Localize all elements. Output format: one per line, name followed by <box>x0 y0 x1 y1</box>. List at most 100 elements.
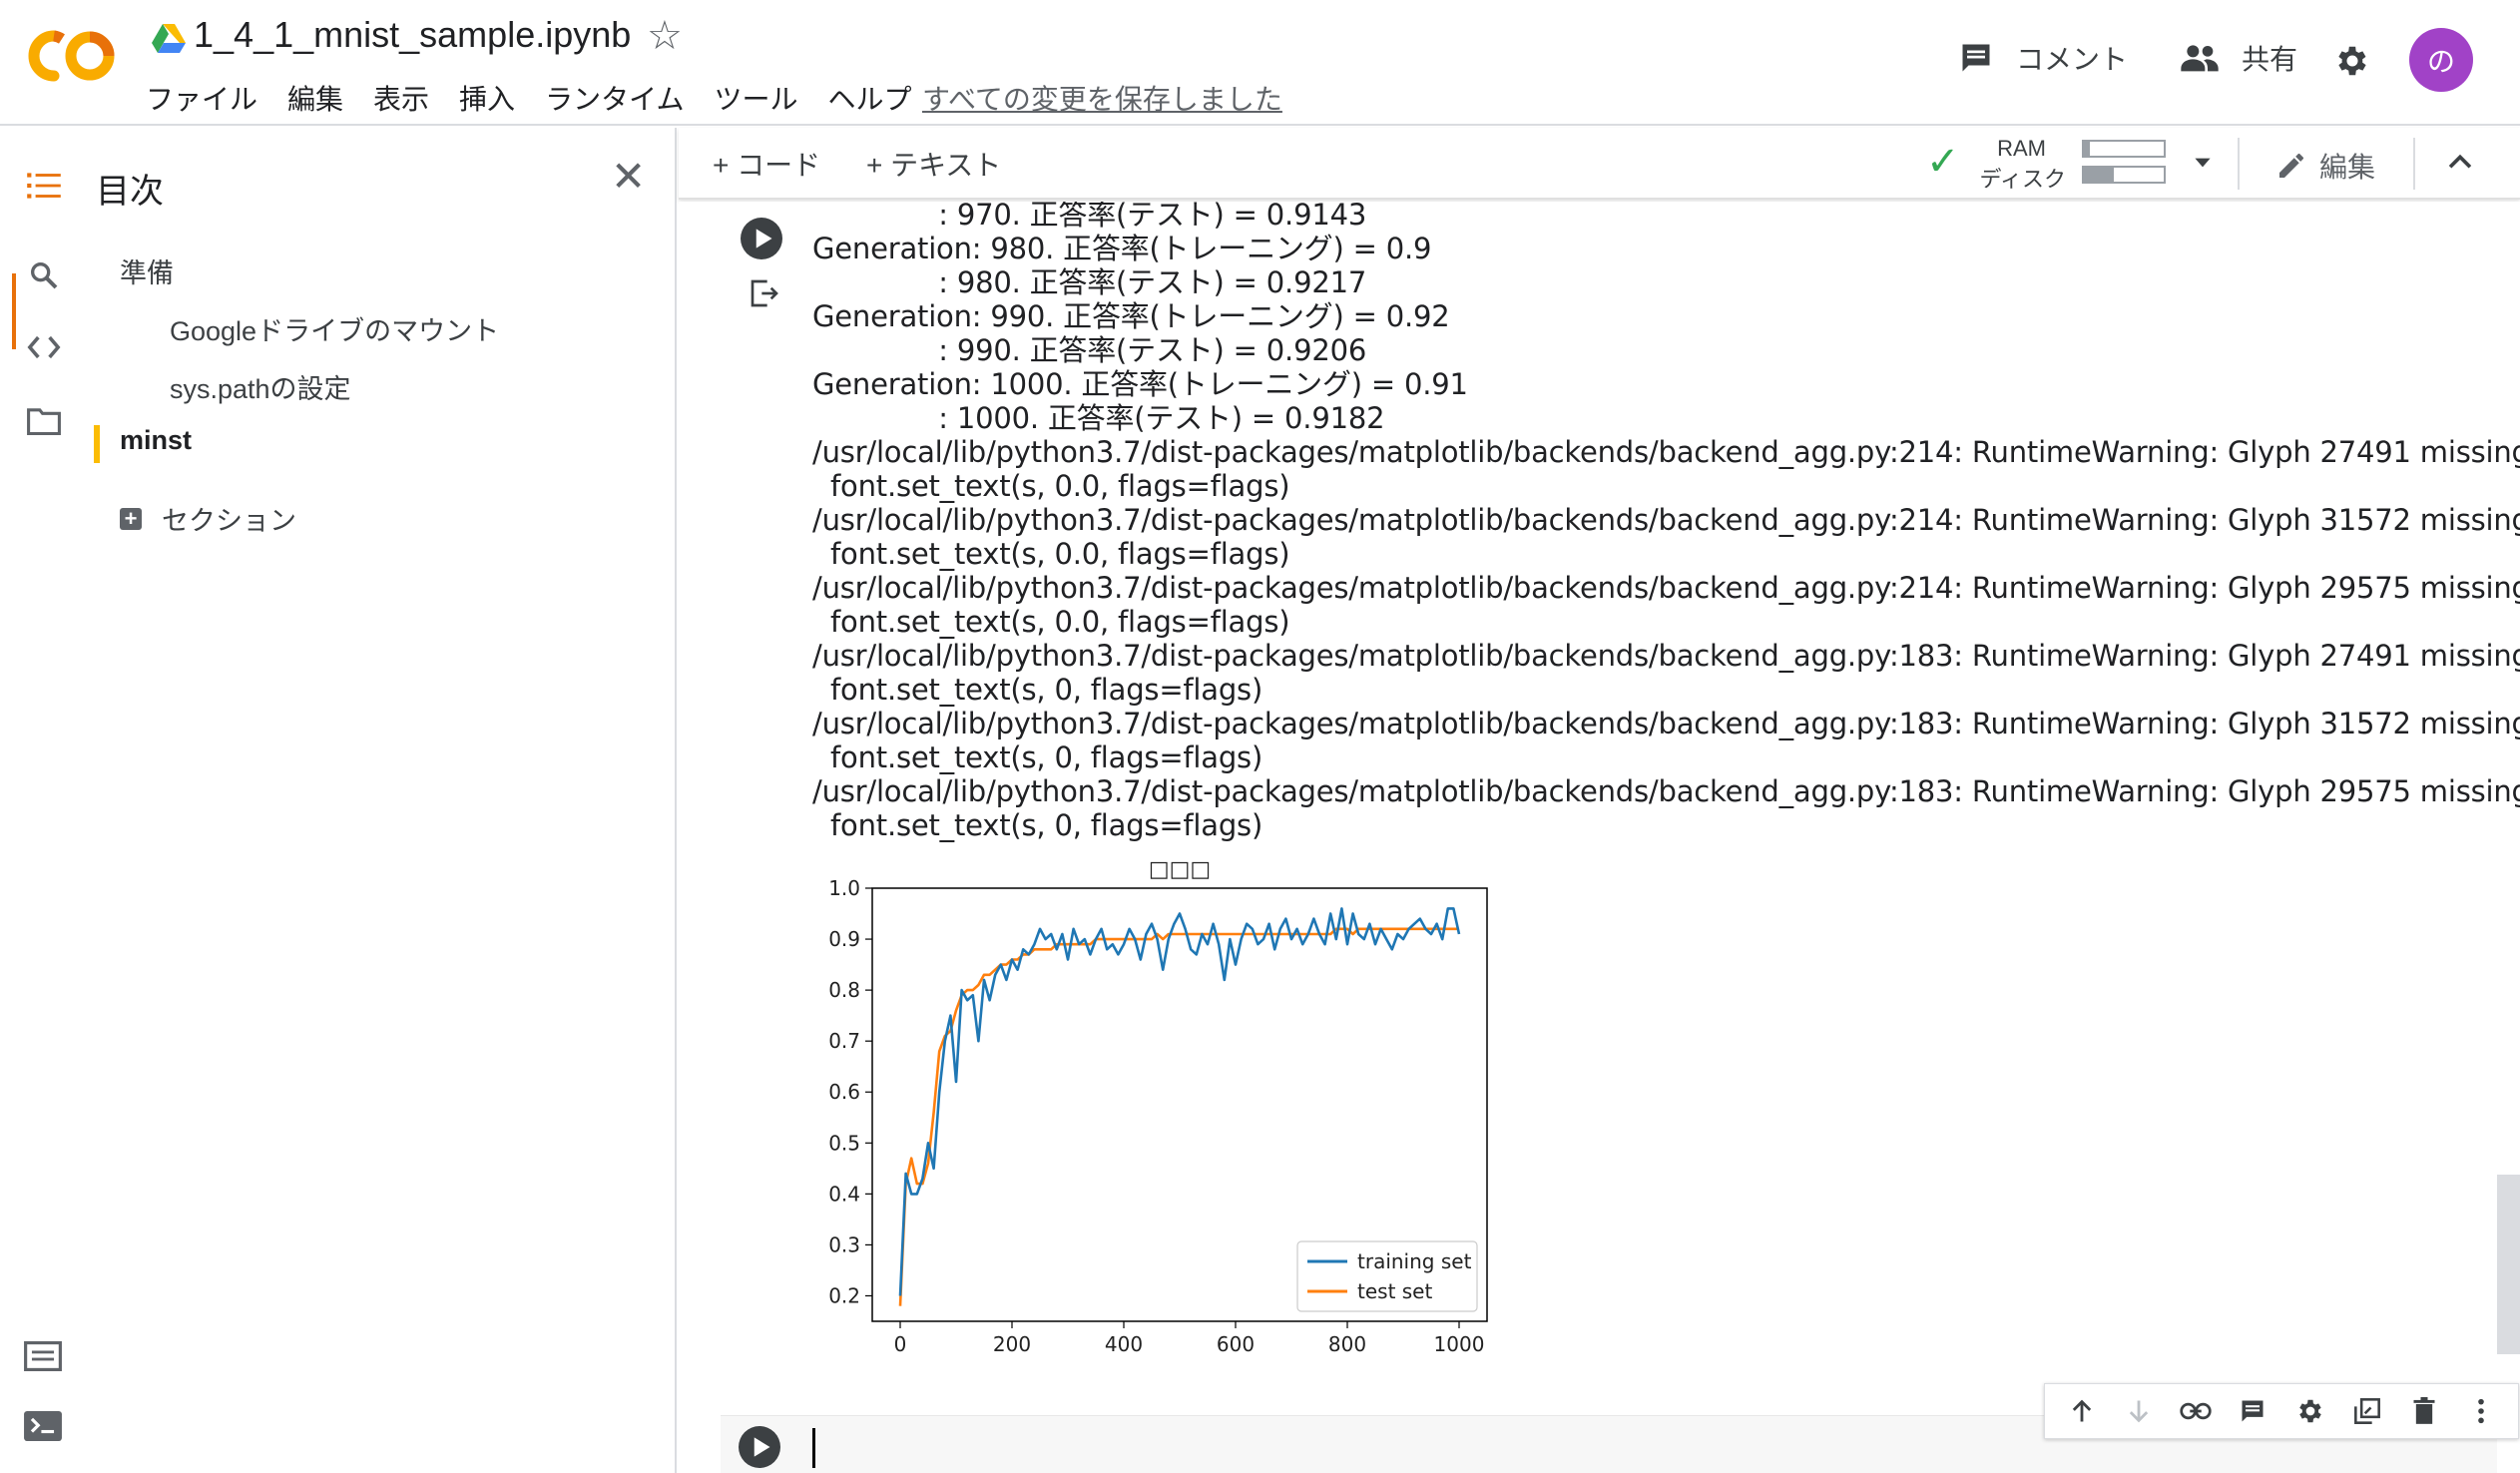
edit-button[interactable]: 編集 <box>2275 146 2375 186</box>
output-line: /usr/local/lib/python3.7/dist-packages/m… <box>812 503 2520 537</box>
comment-button[interactable]: コメント <box>1958 38 2128 78</box>
output-line: : 980. 正答率(テスト) = 0.9217 <box>812 265 1367 299</box>
x-tick-label: 600 <box>1217 1332 1255 1356</box>
terminal-icon[interactable] <box>24 1411 62 1446</box>
close-icon[interactable]: ✕ <box>611 156 646 198</box>
y-tick-label: 1.0 <box>828 876 860 900</box>
add-box-icon: + <box>120 507 142 530</box>
output-line: Generation: 1000. 正答率(トレーニング) = 0.91 <box>812 367 1468 401</box>
comment-label: コメント <box>2016 44 2129 75</box>
output-line: Generation: 990. 正答率(トレーニング) = 0.92 <box>812 299 1450 333</box>
colab-logo[interactable] <box>26 26 118 86</box>
scrollbar-thumb[interactable] <box>2497 1175 2520 1354</box>
gear-icon[interactable] <box>2293 1394 2327 1428</box>
chevron-up-icon[interactable] <box>2443 146 2477 180</box>
share-button[interactable]: 共有 <box>2180 38 2297 78</box>
more-vert-icon[interactable] <box>2464 1394 2498 1428</box>
y-tick-label: 0.3 <box>828 1232 860 1256</box>
menu-edit[interactable]: 編集 <box>287 78 343 118</box>
output-line: font.set_text(s, 0.0, flags=flags) <box>812 605 1290 639</box>
notebook-title[interactable]: 1_4_1_mnist_sample.ipynb <box>194 14 631 56</box>
star-icon[interactable]: ☆ <box>647 16 683 56</box>
add-section-button[interactable]: + セクション <box>120 499 296 538</box>
x-tick-label: 0 <box>894 1332 907 1356</box>
notebook-toolbar: + コード + テキスト ✓ RAM ディスク 編集 <box>679 128 2520 200</box>
output-line: font.set_text(s, 0, flags=flags) <box>812 808 1263 842</box>
menu-insert[interactable]: 挿入 <box>459 78 515 118</box>
toc-item-preparation[interactable]: 準備 <box>120 251 174 290</box>
y-tick-label: 0.2 <box>828 1283 860 1307</box>
y-tick-label: 0.9 <box>828 927 860 951</box>
output-line: /usr/local/lib/python3.7/dist-packages/m… <box>812 707 2520 740</box>
output-line: font.set_text(s, 0, flags=flags) <box>812 740 1263 774</box>
disk-usage-bar[interactable] <box>2082 166 2166 184</box>
ram-usage-fill <box>2084 142 2091 156</box>
mirror-cell-icon[interactable] <box>2350 1394 2384 1428</box>
menu-help[interactable]: ヘルプ <box>828 78 912 118</box>
clear-output-icon[interactable] <box>749 277 780 309</box>
ram-usage-bar[interactable] <box>2082 140 2166 158</box>
output-line: /usr/local/lib/python3.7/dist-packages/m… <box>812 435 2520 469</box>
output-line: Generation: 980. 正答率(トレーニング) = 0.9 <box>812 232 1432 265</box>
share-label: 共有 <box>2242 44 2298 75</box>
chevron-down-icon[interactable] <box>2190 150 2216 176</box>
output-line: : 1000. 正答率(テスト) = 0.9182 <box>812 401 1385 435</box>
toc-panel-title: 目次 <box>96 173 164 211</box>
user-avatar[interactable]: の <box>2409 28 2473 92</box>
menu-tools[interactable]: ツール <box>715 78 798 118</box>
chart-title: □□□ <box>1149 857 1211 882</box>
search-icon[interactable] <box>24 255 64 295</box>
text-cursor <box>812 1428 815 1468</box>
x-tick-label: 200 <box>993 1332 1031 1356</box>
command-palette-icon[interactable] <box>24 1341 62 1376</box>
move-down-icon[interactable] <box>2122 1394 2156 1428</box>
run-cell-icon[interactable] <box>741 218 782 259</box>
y-tick-label: 0.8 <box>828 978 860 1002</box>
google-drive-icon[interactable] <box>152 24 186 54</box>
y-tick-label: 0.7 <box>828 1029 860 1053</box>
legend-label: training set <box>1357 1249 1472 1273</box>
folder-icon[interactable] <box>24 401 64 441</box>
disk-label: ディスク <box>1979 167 2066 192</box>
toc-item-minst[interactable]: minst <box>120 425 192 456</box>
legend-label: test set <box>1357 1279 1432 1303</box>
notebook-area: : 970. 正答率(テスト) = 0.9143 Generation: 980.… <box>679 202 2520 1473</box>
accuracy-chart: □□□ 0 200 400 600 800 1000 0.2 0.3 0.4 0.5 0.6 0.7 0.… <box>828 857 1488 1356</box>
move-up-icon[interactable] <box>2065 1394 2099 1428</box>
comment-icon[interactable] <box>2236 1394 2269 1428</box>
add-code-button[interactable]: + コード <box>713 144 820 184</box>
output-line: /usr/local/lib/python3.7/dist-packages/m… <box>812 571 2520 605</box>
toolbar-divider <box>2413 138 2415 190</box>
delete-icon[interactable] <box>2407 1394 2441 1428</box>
add-section-label: セクション <box>162 506 296 536</box>
checkmark-icon: ✓ <box>1926 140 1960 184</box>
toc-item-drive-mount[interactable]: Googleドライブのマウント <box>170 309 499 348</box>
menu-view[interactable]: 表示 <box>373 78 429 118</box>
toc-icon[interactable] <box>24 166 64 206</box>
menu-runtime[interactable]: ランタイム <box>545 78 684 118</box>
gear-icon[interactable] <box>2333 42 2371 80</box>
table-of-contents-panel: 目次 ✕ 準備 Googleドライブのマウント sys.pathの設定 mins… <box>86 128 677 1473</box>
menu-file[interactable]: ファイル <box>146 78 257 118</box>
pencil-icon <box>2279 153 2303 178</box>
app-header: 1_4_1_mnist_sample.ipynb ☆ ファイル 編集 表示 挿入… <box>0 0 2520 126</box>
ram-label: RAM <box>1997 136 2046 161</box>
save-status-link[interactable]: すべての変更を保存しました <box>922 78 1282 118</box>
menu-bar: ファイル 編集 表示 挿入 ランタイム ツール ヘルプ <box>146 78 942 118</box>
toc-active-marker <box>94 425 100 463</box>
y-tick-label: 0.6 <box>828 1080 860 1104</box>
run-cell-icon[interactable] <box>739 1426 780 1468</box>
code-snippets-icon[interactable] <box>24 327 64 367</box>
toc-item-sys-path[interactable]: sys.pathの設定 <box>170 367 351 406</box>
y-tick-label: 0.4 <box>828 1182 860 1206</box>
left-side-rail <box>0 128 86 1473</box>
output-line: : 990. 正答率(テスト) = 0.9206 <box>812 333 1367 367</box>
output-line: font.set_text(s, 0.0, flags=flags) <box>812 537 1290 571</box>
link-icon[interactable] <box>2179 1394 2213 1428</box>
comment-icon <box>1962 44 1990 72</box>
add-text-button[interactable]: + テキスト <box>866 144 1001 184</box>
cell-toolbar <box>2044 1383 2519 1439</box>
toolbar-divider <box>2238 138 2240 190</box>
output-line: font.set_text(s, 0.0, flags=flags) <box>812 469 1290 503</box>
x-tick-label: 400 <box>1105 1332 1143 1356</box>
